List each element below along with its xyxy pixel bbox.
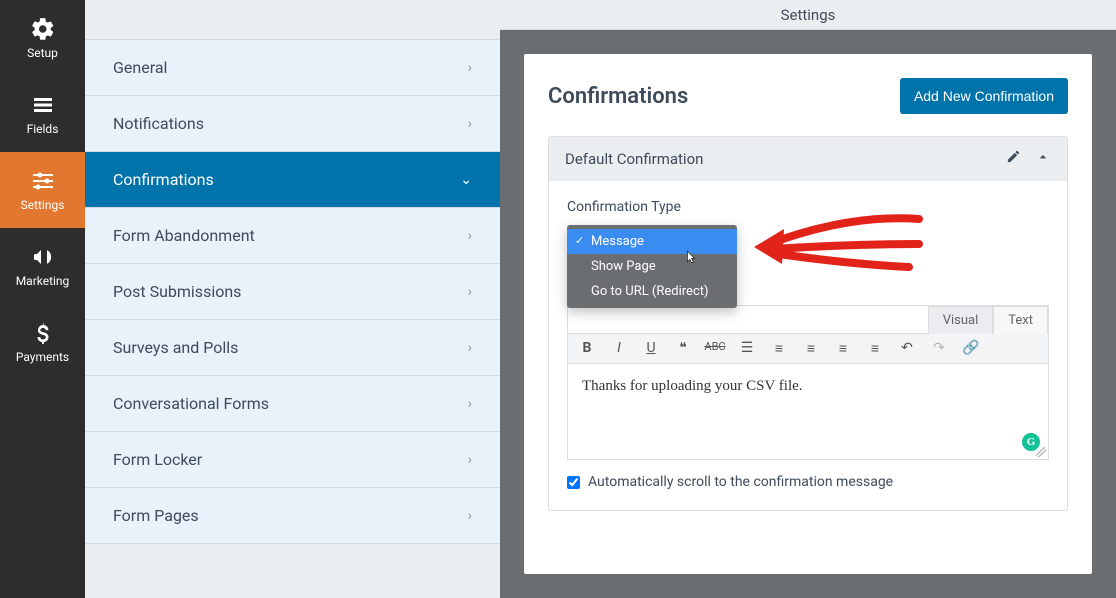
sidebar-item-marketing[interactable]: Marketing — [0, 228, 85, 304]
settings-sub-surveys-polls[interactable]: Surveys and Polls › — [85, 320, 500, 376]
sliders-icon — [30, 168, 56, 194]
collapse-caret-icon[interactable] — [1035, 149, 1051, 169]
confirmation-card: Default Confirmation Confirmation Type — [548, 136, 1068, 511]
sidebar-item-label: Setup — [27, 46, 58, 60]
settings-sub-form-pages[interactable]: Form Pages › — [85, 488, 500, 544]
page-title: Settings — [781, 6, 836, 24]
sidebar-item-label: Fields — [27, 122, 59, 136]
redo-icon[interactable]: ↷ — [928, 340, 950, 357]
card-header: Default Confirmation — [549, 137, 1067, 181]
bullet-list-icon[interactable]: ☰ — [736, 340, 758, 357]
numbered-list-icon[interactable]: ≡ — [768, 340, 790, 357]
undo-icon[interactable]: ↶ — [896, 340, 918, 357]
section-heading: Confirmations — [548, 84, 688, 109]
sidebar-item-label: Marketing — [16, 274, 70, 288]
chevron-right-icon: › — [468, 284, 472, 300]
edit-pencil-icon[interactable] — [1006, 149, 1021, 169]
align-center-icon[interactable]: ≡ — [832, 340, 854, 357]
sidebar-item-label: Payments — [16, 350, 69, 364]
sidebar-item-settings[interactable]: Settings — [0, 152, 85, 228]
settings-sub-general[interactable]: General › — [85, 40, 500, 96]
strikethrough-icon[interactable]: ABC — [704, 340, 726, 357]
chevron-right-icon: › — [468, 396, 472, 412]
main-area: Settings Confirmations Add New Confirmat… — [500, 0, 1116, 598]
editor-toolbar: B I U ❝ ABC ☰ ≡ ≡ ≡ ≡ ↶ ↷ 🔗 — [568, 334, 1048, 364]
settings-sub-confirmations[interactable]: Confirmations ⌄ — [85, 152, 500, 208]
resize-handle-icon[interactable] — [1036, 447, 1046, 457]
dropdown-option-redirect[interactable]: Go to URL (Redirect) — [567, 279, 737, 304]
dollar-icon — [30, 320, 56, 346]
settings-submenu: General › Notifications › Confirmations … — [85, 0, 500, 598]
chevron-right-icon: › — [468, 60, 472, 76]
bold-icon[interactable]: B — [576, 340, 598, 357]
sidebar-item-fields[interactable]: Fields — [0, 76, 85, 152]
sidebar-item-label: Settings — [21, 198, 65, 212]
sidebar-item-setup[interactable]: Setup — [0, 0, 85, 76]
auto-scroll-checkbox-row[interactable]: Automatically scroll to the confirmation… — [567, 474, 1049, 490]
list-icon — [30, 92, 56, 118]
underline-icon[interactable]: U — [640, 340, 662, 357]
italic-icon[interactable]: I — [608, 340, 630, 357]
chevron-right-icon: › — [468, 340, 472, 356]
editor-tab-visual[interactable]: Visual — [928, 306, 994, 334]
primary-sidebar: Setup Fields Settings Marketing Payments — [0, 0, 85, 598]
editor-tab-text[interactable]: Text — [993, 306, 1048, 334]
bullhorn-icon — [30, 244, 56, 270]
settings-sub-form-abandonment[interactable]: Form Abandonment › — [85, 208, 500, 264]
red-arrow-annotation — [749, 209, 929, 279]
confirmation-type-label: Confirmation Type — [567, 199, 1049, 215]
chevron-right-icon: › — [468, 228, 472, 244]
chevron-right-icon: › — [468, 452, 472, 468]
confirmation-type-dropdown[interactable]: Message Show Page Go to URL (Redirect) — [567, 225, 737, 308]
align-right-icon[interactable]: ≡ — [864, 340, 886, 357]
sidebar-item-payments[interactable]: Payments — [0, 304, 85, 380]
chevron-down-icon: ⌄ — [460, 172, 472, 188]
editor-content-area[interactable]: Thanks for uploading your CSV file. G — [568, 364, 1048, 459]
settings-sub-form-locker[interactable]: Form Locker › — [85, 432, 500, 488]
card-title: Default Confirmation — [565, 150, 703, 168]
dropdown-option-show-page[interactable]: Show Page — [567, 254, 737, 279]
chevron-right-icon: › — [468, 508, 472, 524]
chevron-right-icon: › — [468, 116, 472, 132]
top-bar: Settings — [500, 0, 1116, 30]
link-icon[interactable]: 🔗 — [960, 340, 982, 357]
settings-sub-conversational-forms[interactable]: Conversational Forms › — [85, 376, 500, 432]
gear-icon — [30, 16, 56, 42]
rich-text-editor: Visual Text B I U ❝ ABC ☰ ≡ ≡ ≡ — [567, 305, 1049, 460]
settings-sub-post-submissions[interactable]: Post Submissions › — [85, 264, 500, 320]
quote-icon[interactable]: ❝ — [672, 340, 694, 357]
dropdown-option-message[interactable]: Message — [567, 229, 737, 254]
align-left-icon[interactable]: ≡ — [800, 340, 822, 357]
auto-scroll-checkbox[interactable] — [567, 476, 580, 489]
settings-sub-notifications[interactable]: Notifications › — [85, 96, 500, 152]
add-confirmation-button[interactable]: Add New Confirmation — [900, 78, 1068, 114]
